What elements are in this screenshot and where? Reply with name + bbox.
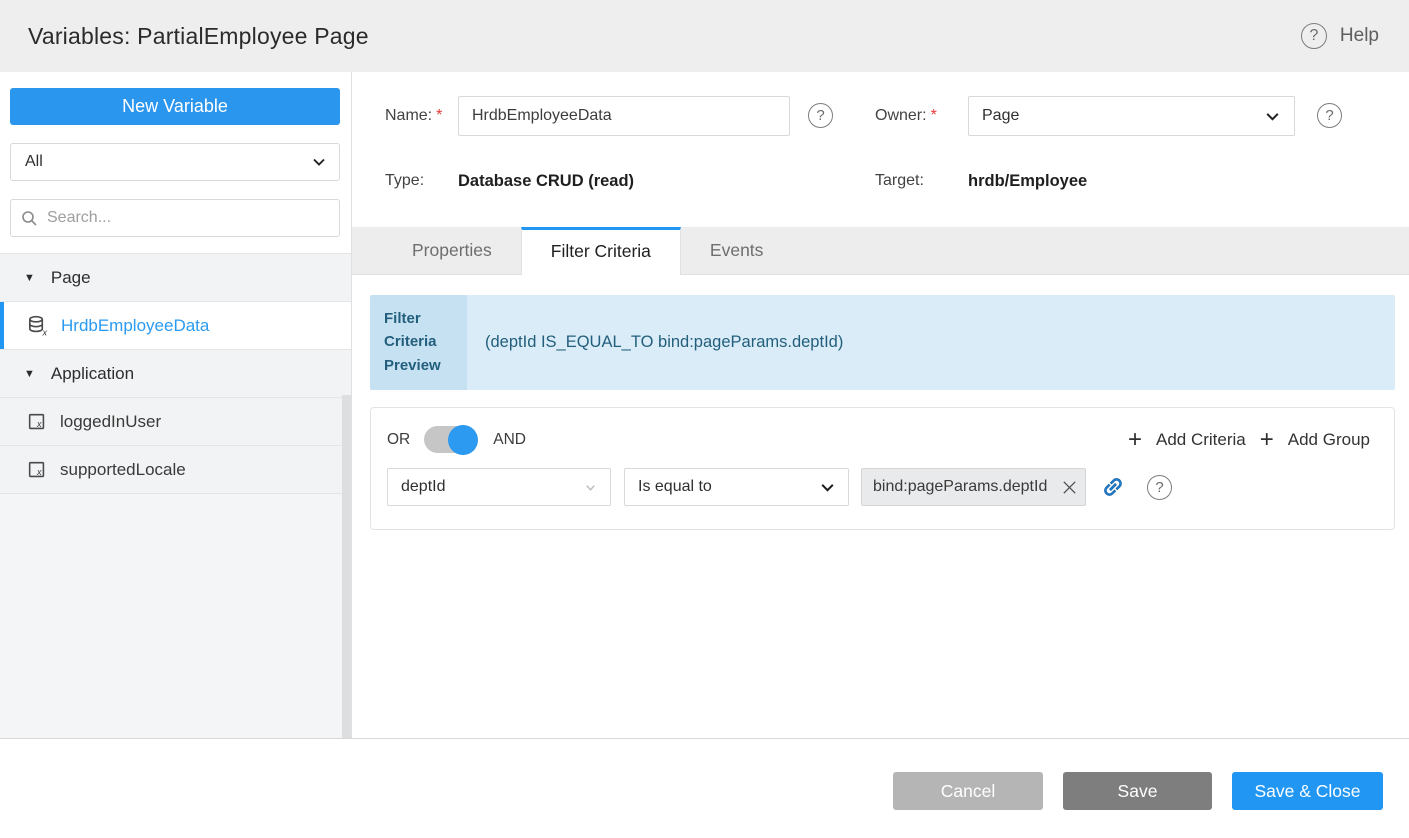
variable-search (10, 199, 340, 237)
required-asterisk: * (931, 107, 937, 124)
criteria-field-value: deptId (401, 478, 445, 496)
tree-group-page[interactable]: ▼ Page (0, 254, 351, 302)
owner-label: Owner:* (875, 96, 937, 136)
search-input[interactable] (47, 209, 329, 227)
search-icon (21, 210, 38, 227)
bind-link-icon[interactable] (1096, 470, 1130, 504)
filter-criteria-panel: Filter Criteria Preview (deptId IS_EQUAL… (352, 275, 1409, 738)
tab-properties[interactable]: Properties (383, 227, 521, 274)
or-and-toggle[interactable] (424, 426, 476, 453)
add-criteria-label: Add Criteria (1156, 430, 1246, 450)
variables-dialog: Variables: PartialEmployee Page ? Help N… (0, 0, 1409, 838)
criteria-condition-value: Is equal to (638, 478, 712, 496)
required-asterisk: * (436, 107, 442, 124)
chevron-down-icon (819, 479, 836, 496)
save-and-close-button[interactable]: Save & Close (1232, 772, 1383, 810)
criteria-value-chip[interactable]: bind:pageParams.deptId (861, 468, 1086, 506)
name-label: Name:* (385, 96, 442, 136)
tree-item-hrdbemployeedata[interactable]: x HrdbEmployeeData (0, 302, 351, 350)
svg-text:x: x (41, 328, 47, 337)
variable-form: Name:* ? Owner:* Page ? Type: Database C… (352, 72, 1409, 227)
or-label: OR (387, 431, 410, 449)
name-input[interactable] (458, 96, 790, 136)
add-group-label: Add Group (1288, 430, 1370, 450)
dialog-title: Variables: PartialEmployee Page (28, 23, 369, 50)
criteria-value-text: bind:pageParams.deptId (873, 478, 1060, 496)
tree-item-label: loggedInUser (60, 412, 161, 432)
collapse-arrow-icon: ▼ (24, 368, 35, 380)
editor-tabs: Properties Filter Criteria Events (352, 227, 1409, 275)
static-variable-icon: x (26, 411, 48, 433)
criteria-condition-select[interactable]: Is equal to (624, 468, 849, 506)
plus-icon: + (1260, 430, 1274, 450)
tab-events[interactable]: Events (681, 227, 793, 274)
owner-help-icon[interactable]: ? (1317, 103, 1342, 128)
owner-value: Page (982, 107, 1019, 125)
add-group-button[interactable]: + Add Group (1260, 430, 1370, 450)
tree-group-label: Page (51, 268, 91, 288)
tree-group-application[interactable]: ▼ Application (0, 350, 351, 398)
toggle-knob-icon (448, 425, 478, 455)
new-variable-button[interactable]: New Variable (10, 88, 340, 125)
owner-select[interactable]: Page (968, 96, 1295, 136)
preview-label: Filter Criteria Preview (370, 295, 467, 390)
svg-text:x: x (36, 467, 42, 477)
target-label: Target: (875, 161, 924, 201)
filter-criteria-preview: Filter Criteria Preview (deptId IS_EQUAL… (370, 295, 1395, 390)
tree-group-label: Application (51, 364, 134, 384)
tree-item-label: HrdbEmployeeData (61, 316, 209, 336)
type-value: Database CRUD (read) (458, 161, 634, 201)
and-label: AND (493, 431, 526, 449)
criteria-field-select[interactable]: deptId (387, 468, 611, 506)
svg-text:x: x (36, 419, 42, 429)
plus-icon: + (1128, 430, 1142, 450)
help-label: Help (1340, 25, 1379, 47)
tree-item-label: supportedLocale (60, 460, 186, 480)
chevron-down-icon (583, 480, 598, 495)
close-icon[interactable] (1060, 478, 1079, 497)
save-button[interactable]: Save (1063, 772, 1212, 810)
chevron-down-icon (1264, 108, 1281, 125)
dialog-footer: Cancel Save Save & Close (0, 738, 1409, 838)
name-help-icon[interactable]: ? (808, 103, 833, 128)
target-value: hrdb/Employee (968, 161, 1087, 201)
help-icon: ? (1301, 23, 1327, 49)
variable-editor: Name:* ? Owner:* Page ? Type: Database C… (352, 72, 1409, 738)
chevron-down-icon (311, 154, 327, 170)
variables-tree: ▼ Page x HrdbEmployeeData (0, 253, 351, 738)
tree-item-loggedinuser[interactable]: x loggedInUser (0, 398, 351, 446)
criteria-help-icon[interactable]: ? (1147, 475, 1172, 500)
static-variable-icon: x (26, 459, 48, 481)
sidebar-scrollbar[interactable] (342, 395, 351, 738)
variables-sidebar: New Variable All ▼ Page (0, 72, 352, 738)
dialog-titlebar: Variables: PartialEmployee Page ? Help (0, 0, 1409, 72)
collapse-arrow-icon: ▼ (24, 272, 35, 284)
criteria-builder: OR AND + Add Criteria + (370, 407, 1395, 530)
tab-filter-criteria[interactable]: Filter Criteria (521, 227, 681, 275)
variable-filter-select[interactable]: All (10, 143, 340, 181)
tree-item-supportedlocale[interactable]: x supportedLocale (0, 446, 351, 494)
database-variable-icon: x (26, 314, 49, 337)
add-criteria-button[interactable]: + Add Criteria (1128, 430, 1246, 450)
help-button[interactable]: ? Help (1301, 23, 1379, 49)
preview-value: (deptId IS_EQUAL_TO bind:pageParams.dept… (467, 295, 1395, 390)
variable-filter-value: All (25, 153, 43, 171)
cancel-button[interactable]: Cancel (893, 772, 1043, 810)
type-label: Type: (385, 161, 424, 201)
